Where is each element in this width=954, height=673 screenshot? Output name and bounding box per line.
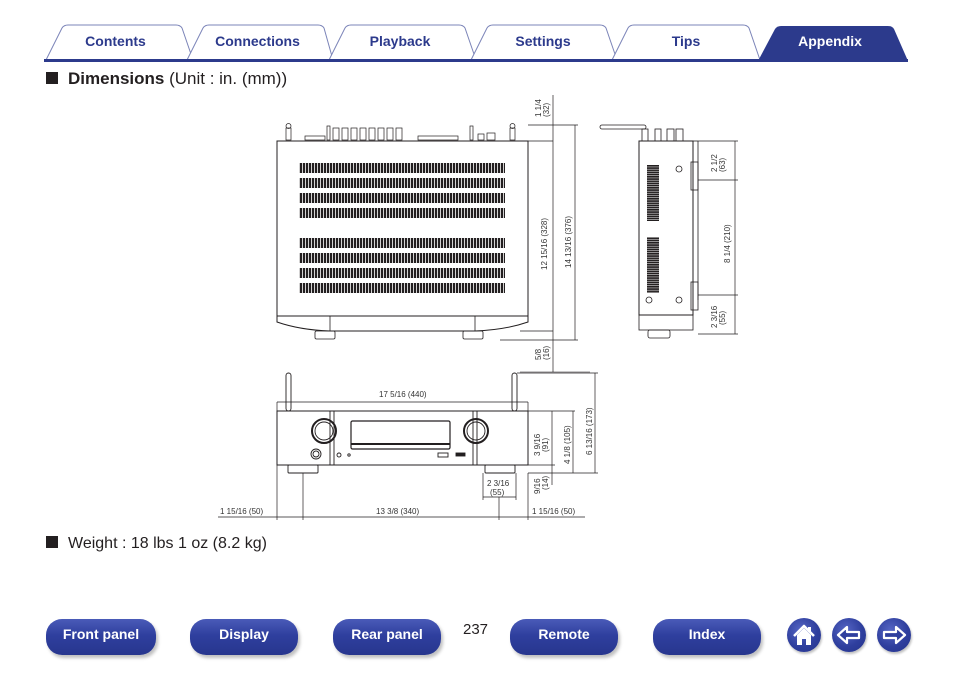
dim-top-offset-mm: (32)	[542, 102, 551, 117]
dimension-drawing: 1 1/4 (32) 12 15/16 (328) 14 13/16 (376)…	[218, 95, 738, 520]
back-button[interactable]	[832, 618, 866, 652]
rear-panel-button[interactable]: Rear panel	[333, 619, 441, 655]
vent-row	[299, 163, 505, 173]
dim-right-offset: 1 15/16 (50)	[532, 507, 575, 516]
index-button[interactable]: Index	[653, 619, 761, 655]
forward-arrow-icon	[882, 625, 907, 645]
page-number: 237	[463, 621, 489, 638]
display-button[interactable]: Display	[190, 619, 298, 655]
vent-row	[299, 193, 505, 203]
dim-height-feet: 4 1/8 (105)	[563, 425, 572, 464]
vent-row	[299, 208, 505, 218]
weight-text: Weight : 18 lbs 1 oz (8.2 kg)	[68, 535, 267, 552]
vent-row	[299, 253, 505, 263]
front-panel-button[interactable]: Front panel	[46, 619, 156, 655]
home-button[interactable]	[787, 618, 821, 652]
side-view	[599, 124, 699, 339]
dim-front-width: 17 5/16 (440)	[379, 390, 427, 399]
dim-left-offset: 1 15/16 (50)	[220, 507, 263, 516]
vent-row	[299, 283, 505, 293]
bullet-square-icon	[46, 536, 58, 548]
remote-button[interactable]: Remote	[510, 619, 618, 655]
dim-side-middle: 8 1/4 (210)	[723, 224, 732, 263]
rear-connectors	[285, 123, 516, 141]
forward-button[interactable]	[877, 618, 911, 652]
weight-heading: Weight : 18 lbs 1 oz (8.2 kg)	[46, 535, 267, 553]
dim-bottom-offset-mm: (16)	[542, 345, 551, 360]
dim-foot-width-in: 2 3/16	[487, 479, 510, 488]
side-vent-block	[647, 165, 659, 221]
dim-side-lower-mm: (55)	[718, 310, 727, 325]
dim-foot-span: 13 3/8 (340)	[376, 507, 419, 516]
side-vent-block	[647, 237, 659, 293]
dim-foot-height-mm: (14)	[541, 475, 550, 490]
vent-grille	[299, 163, 505, 293]
vent-row	[299, 178, 505, 188]
home-icon	[793, 624, 815, 645]
top-view	[276, 123, 529, 340]
vent-row	[299, 268, 505, 278]
back-arrow-icon	[836, 625, 861, 645]
side-vent-grille	[647, 165, 659, 293]
front-view	[276, 372, 529, 474]
dim-depth-body: 12 15/16 (328)	[540, 218, 549, 270]
dim-height-antenna: 6 13/16 (173)	[585, 407, 594, 455]
dim-foot-width-mm: (55)	[490, 488, 505, 497]
dim-side-upper-mm: (63)	[718, 157, 727, 172]
dim-body-height-mm: (91)	[541, 437, 550, 452]
dim-depth-total: 14 13/16 (376)	[564, 216, 573, 268]
vent-row	[299, 238, 505, 248]
